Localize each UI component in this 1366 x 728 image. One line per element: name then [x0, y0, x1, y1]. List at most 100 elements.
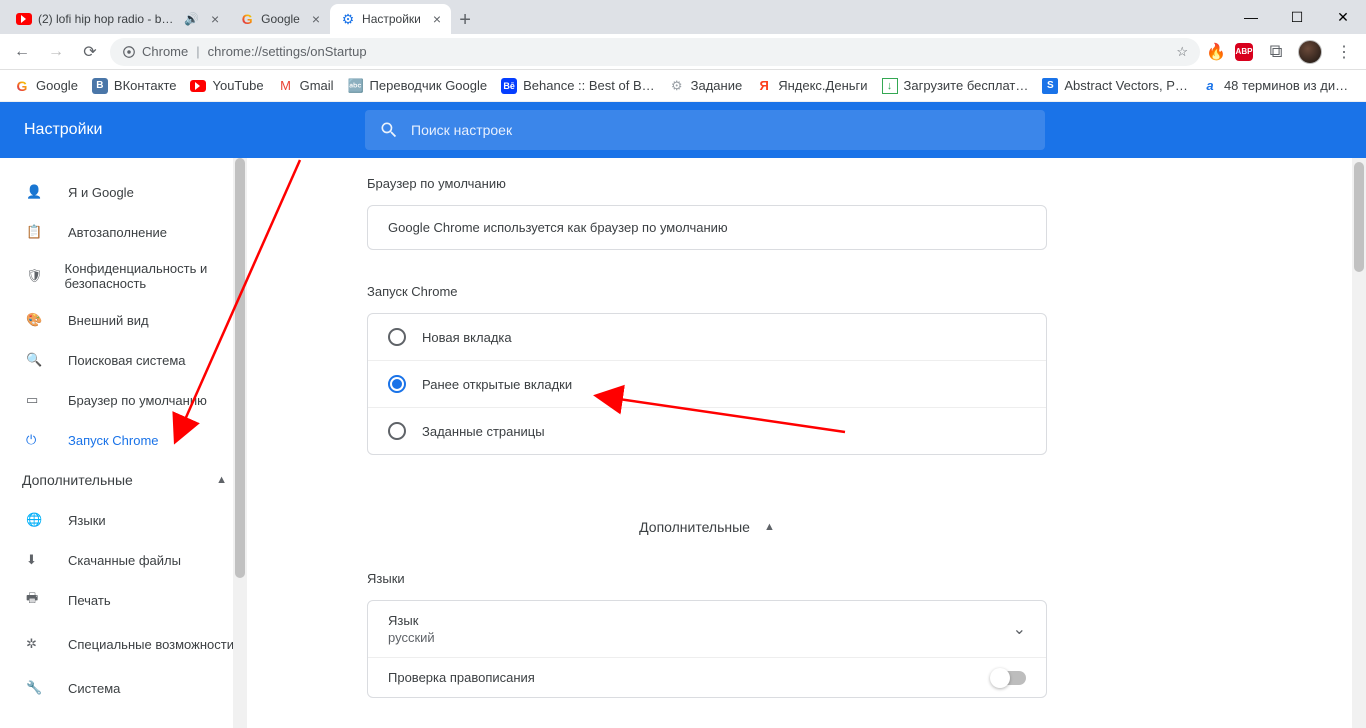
settings-search[interactable]	[365, 110, 1045, 150]
sidebar-item-appearance[interactable]: 🎨Внешний вид	[0, 300, 247, 340]
browser-tab-active[interactable]: ⚙ Настройки ×	[330, 4, 451, 34]
translate-icon: 🔤	[348, 78, 364, 94]
window-controls: — ☐ ✕	[1228, 0, 1366, 34]
bookmark-item[interactable]: SAbstract Vectors, P…	[1042, 78, 1188, 94]
profile-avatar[interactable]	[1298, 40, 1322, 64]
browser-icon: ▭	[26, 392, 46, 408]
maximize-button[interactable]: ☐	[1274, 0, 1320, 34]
startup-option-new-tab[interactable]: Новая вкладка	[368, 314, 1046, 360]
minimize-button[interactable]: —	[1228, 0, 1274, 34]
language-value: русский	[388, 630, 435, 645]
bookmark-item[interactable]: a48 терминов из ди…	[1202, 78, 1348, 94]
bookmark-item[interactable]: 🔤Переводчик Google	[348, 78, 488, 94]
omnibox-separator: |	[196, 44, 199, 59]
search-icon	[379, 120, 399, 140]
browser-tab[interactable]: (2) lofi hip hop radio - beats 🔊 ×	[6, 4, 229, 34]
bookmark-item[interactable]: MGmail	[278, 78, 334, 94]
chevron-up-icon: ▲	[764, 521, 775, 533]
behance-icon: Bē	[501, 78, 517, 94]
sidebar-item-you-and-google[interactable]: 👤Я и Google	[0, 172, 247, 212]
language-label: Язык	[388, 613, 435, 628]
sidebar-item-printing[interactable]: 🖶Печать	[0, 580, 247, 620]
sidebar-scrollbar[interactable]	[233, 158, 247, 728]
sidebar-item-languages[interactable]: 🌐Языки	[0, 500, 247, 540]
browser-tab[interactable]: G Google ×	[229, 4, 330, 34]
settings-header: Настройки	[0, 102, 1366, 158]
sidebar-item-accessibility[interactable]: ✲Специальные возможности	[0, 620, 247, 668]
radio-button-checked[interactable]	[388, 375, 406, 393]
bookmark-item[interactable]: ↓Загрузите бесплат…	[882, 78, 1029, 94]
sidebar-item-system[interactable]: 🔧Система	[0, 668, 247, 708]
audio-icon[interactable]: 🔊	[184, 12, 199, 26]
sidebar-item-downloads[interactable]: ⬇Скачанные файлы	[0, 540, 247, 580]
reading-list-icon[interactable]: ⧉	[1262, 38, 1290, 66]
bookmark-item[interactable]: BВКонтакте	[92, 78, 177, 94]
option-label: Ранее открытые вкладки	[422, 377, 572, 392]
browser-tab-strip: (2) lofi hip hop radio - beats 🔊 × G Goo…	[0, 0, 1366, 34]
spell-check-label: Проверка правописания	[388, 670, 535, 685]
option-label: Заданные страницы	[422, 424, 545, 439]
accessibility-icon: ✲	[26, 636, 46, 652]
palette-icon: 🎨	[26, 312, 46, 328]
bookmark-item[interactable]: GGoogle	[14, 78, 78, 94]
startup-option-continue[interactable]: Ранее открытые вкладки	[368, 360, 1046, 407]
toggle-switch-off[interactable]	[992, 671, 1026, 685]
settings-icon: ⚙	[340, 11, 356, 27]
content-scrollbar[interactable]	[1352, 158, 1366, 728]
default-browser-message: Google Chrome используется как браузер п…	[368, 206, 1046, 249]
sidebar-item-autofill[interactable]: 📋Автозаполнение	[0, 212, 247, 252]
section-title: Языки	[367, 571, 1047, 586]
bookmark-item[interactable]: ЯЯндекс.Деньги	[756, 78, 867, 94]
google-icon: G	[14, 78, 30, 94]
section-default-browser: Браузер по умолчанию Google Chrome испол…	[367, 176, 1047, 250]
wrench-icon: 🔧	[26, 680, 46, 696]
bookmark-item[interactable]: YouTube	[190, 78, 263, 94]
sidebar-item-privacy[interactable]: 🛡Конфиденциальность и безопасность	[0, 252, 247, 300]
chrome-menu-button[interactable]: ⋮	[1330, 38, 1358, 66]
tab-close-button[interactable]: ×	[211, 11, 219, 27]
settings-sidebar: 👤Я и Google 📋Автозаполнение 🛡Конфиденциа…	[0, 158, 247, 728]
site-icon: a	[1202, 78, 1218, 94]
reload-button[interactable]: ⟳	[76, 38, 104, 66]
startup-option-specific-pages[interactable]: Заданные страницы	[368, 407, 1046, 454]
sidebar-item-default-browser[interactable]: ▭Браузер по умолчанию	[0, 380, 247, 420]
close-window-button[interactable]: ✕	[1320, 0, 1366, 34]
bookmark-item[interactable]: ⚙Задание	[669, 78, 743, 94]
adblock-icon[interactable]: ABP	[1234, 42, 1254, 62]
tab-title: (2) lofi hip hop radio - beats	[38, 12, 178, 26]
tab-close-button[interactable]: ×	[433, 11, 441, 27]
language-row[interactable]: Язык русский ⌄	[368, 601, 1046, 657]
search-icon: 🔍	[26, 352, 46, 368]
gear-icon: ⚙	[669, 78, 685, 94]
forward-button[interactable]: →	[42, 38, 70, 66]
shield-icon: 🛡	[26, 268, 43, 284]
sidebar-item-search-engine[interactable]: 🔍Поисковая система	[0, 340, 247, 380]
person-icon: 👤	[26, 184, 46, 200]
tab-close-button[interactable]: ×	[312, 11, 320, 27]
download-icon: ↓	[882, 78, 898, 94]
radio-button[interactable]	[388, 422, 406, 440]
section-on-startup: Запуск Chrome Новая вкладка Ранее открыт…	[367, 284, 1047, 455]
bookmark-star-icon[interactable]: ☆	[1176, 44, 1188, 60]
spell-check-row[interactable]: Проверка правописания	[368, 657, 1046, 697]
bookmark-item[interactable]: BēBehance :: Best of B…	[501, 78, 655, 94]
vk-icon: B	[92, 78, 108, 94]
site-identity: Chrome	[122, 44, 188, 59]
advanced-toggle[interactable]: Дополнительные ▲	[367, 489, 1047, 571]
back-button[interactable]: ←	[8, 38, 36, 66]
new-tab-button[interactable]: +	[451, 6, 479, 34]
sidebar-item-on-startup[interactable]: ⏻Запуск Chrome	[0, 420, 247, 460]
section-title: Запуск Chrome	[367, 284, 1047, 299]
address-bar[interactable]: Chrome | chrome://settings/onStartup ☆	[110, 38, 1200, 66]
bookmarks-bar: GGoogle BВКонтакте YouTube MGmail 🔤Перев…	[0, 70, 1366, 102]
extension-icon[interactable]: 🔥	[1206, 42, 1226, 62]
radio-button[interactable]	[388, 328, 406, 346]
sidebar-group-advanced[interactable]: Дополнительные ▲	[0, 460, 247, 500]
print-icon: 🖶	[26, 589, 46, 611]
settings-search-input[interactable]	[411, 122, 1031, 138]
section-title: Браузер по умолчанию	[367, 176, 1047, 191]
settings-title: Настройки	[0, 121, 365, 139]
clipboard-icon: 📋	[26, 224, 46, 240]
tab-title: Настройки	[362, 12, 421, 26]
google-icon: G	[239, 11, 255, 27]
